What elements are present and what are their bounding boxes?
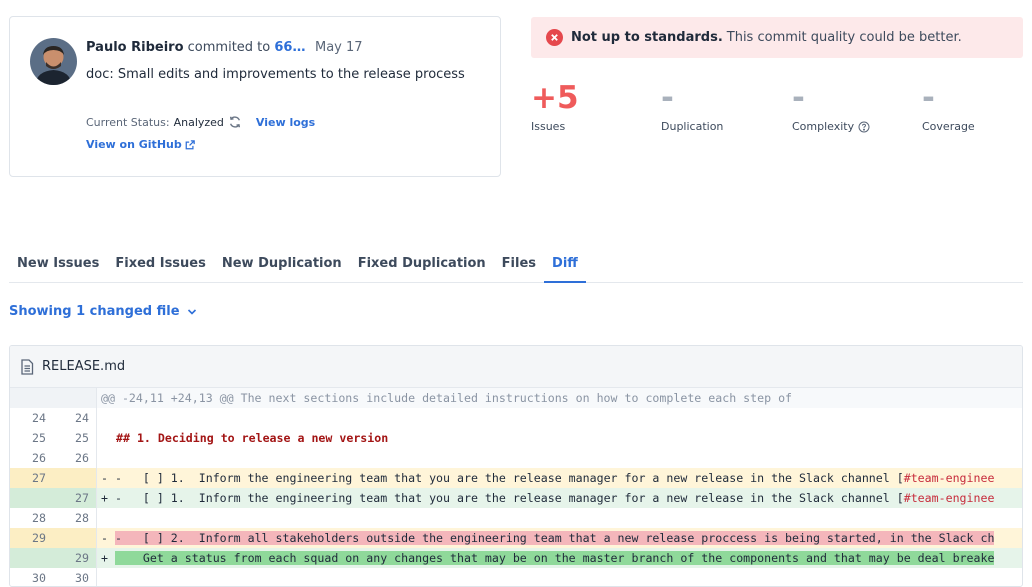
diff-marker: +: [101, 551, 108, 565]
old-line-number: 25: [32, 431, 46, 445]
tab-files[interactable]: Files: [494, 248, 544, 283]
changed-files-label: Showing 1 changed file: [9, 304, 180, 319]
line-text: - [ ] 1. Inform the engineering team tha…: [114, 471, 904, 485]
diff-line: 24 24: [10, 408, 1022, 428]
line-code: - - [ ] 1. Inform the engineering team t…: [97, 468, 1022, 488]
error-icon: [546, 29, 563, 46]
committed-to-text: commited to: [187, 40, 271, 55]
status-line: Current Status: Analyzed View logs: [86, 115, 315, 129]
line-text: - [ ] 1. Inform the engineering team tha…: [114, 491, 904, 505]
diff-marker: -: [101, 471, 108, 485]
old-line-number: 29: [10, 528, 53, 548]
new-line-number: 30: [75, 571, 89, 585]
old-line-number: 27: [10, 468, 53, 488]
commit-sha-link[interactable]: 66…: [274, 40, 305, 55]
diff-line-deleted: 27 - - [ ] 1. Inform the engineering tea…: [10, 468, 1022, 488]
commit-card: Paulo Ribeiro commited to 66… May 17 doc…: [9, 16, 501, 177]
metric-duplication-value: -: [661, 80, 674, 116]
metric-coverage-label: Coverage: [922, 120, 975, 133]
help-icon[interactable]: [858, 121, 870, 133]
new-line-number: 26: [75, 451, 89, 465]
line-code: ## 1. Deciding to release a new version: [116, 431, 389, 445]
view-logs-link[interactable]: View logs: [256, 116, 315, 129]
hunk-text: @@ -24,11 +24,13 @@ The next sections in…: [101, 391, 793, 405]
tab-new-duplication[interactable]: New Duplication: [214, 248, 350, 283]
metric-issues-label: Issues: [531, 120, 566, 133]
author-name[interactable]: Paulo Ribeiro: [86, 40, 184, 55]
new-line-number: 25: [75, 431, 89, 445]
diff-panel: RELEASE.md @@ -24,11 +24,13 @@ The next …: [9, 345, 1023, 587]
diff-line: 28 28: [10, 508, 1022, 528]
author-line: Paulo Ribeiro commited to 66…: [86, 40, 305, 55]
metric-complexity-label: Complexity: [792, 120, 855, 133]
old-line-number: 24: [32, 411, 46, 425]
metric-coverage-value: -: [922, 80, 935, 116]
quality-alert: Not up to standards. This commit quality…: [531, 17, 1023, 58]
view-on-github-link[interactable]: View on GitHub: [86, 138, 195, 151]
diff-line-deleted: 29 - - [ ] 2. Inform all stakeholders ou…: [10, 528, 1022, 548]
new-line-number: 24: [75, 411, 89, 425]
new-line-number: 29: [53, 548, 96, 568]
external-link-icon: [185, 139, 195, 149]
refresh-icon[interactable]: [228, 115, 242, 129]
diff-marker: -: [101, 531, 108, 545]
diff-line: 30 30: [10, 568, 1022, 586]
metric-complexity-label-row: Complexity: [792, 120, 912, 133]
alert-title: Not up to standards.: [571, 30, 723, 45]
line-code: + Get a status from each squad on any ch…: [97, 548, 1022, 568]
alert-text: This commit quality could be better.: [726, 30, 962, 45]
tab-diff[interactable]: Diff: [544, 248, 586, 283]
commit-date: May 17: [315, 40, 363, 55]
diff-marker: +: [101, 491, 108, 505]
tab-fixed-issues[interactable]: Fixed Issues: [107, 248, 214, 283]
old-line-number: [10, 488, 53, 508]
metric-coverage: - Coverage: [922, 80, 1032, 133]
new-line-number: [53, 468, 96, 488]
tab-new-issues[interactable]: New Issues: [9, 248, 107, 283]
diff-rows: @@ -24,11 +24,13 @@ The next sections in…: [10, 388, 1022, 586]
line-code: - - [ ] 2. Inform all stakeholders outsi…: [97, 528, 1022, 548]
tab-fixed-duplication[interactable]: Fixed Duplication: [350, 248, 494, 283]
metric-duplication-label: Duplication: [661, 120, 724, 133]
metric-duplication: - Duplication: [661, 80, 781, 133]
new-line-number: 28: [75, 511, 89, 525]
line-text: - [ ] 2. Inform all stakeholders outside…: [114, 531, 995, 545]
diff-line-added: 27 + - [ ] 1. Inform the engineering tea…: [10, 488, 1022, 508]
tab-bar: New Issues Fixed Issues New Duplication …: [9, 248, 1023, 283]
new-line-number: 27: [53, 488, 96, 508]
diff-line-added: 29 + Get a status from each squad on any…: [10, 548, 1022, 568]
diff-hunk-header: @@ -24,11 +24,13 @@ The next sections in…: [10, 388, 1022, 408]
avatar: [30, 38, 77, 85]
line-code: + - [ ] 1. Inform the engineering team t…: [97, 488, 1022, 508]
status-value: Analyzed: [173, 115, 224, 129]
changed-files-dropdown[interactable]: Showing 1 changed file: [9, 304, 197, 319]
diff-line: 25 25 ## 1. Deciding to release a new ve…: [10, 428, 1022, 448]
file-icon: [20, 358, 34, 375]
slack-channel-link[interactable]: #team-enginee: [904, 471, 995, 485]
diff-line: 26 26: [10, 448, 1022, 468]
line-text: Get a status from each squad on any chan…: [114, 551, 995, 565]
github-link-label: View on GitHub: [86, 138, 182, 151]
old-line-number: 30: [32, 571, 46, 585]
new-line-number: [53, 528, 96, 548]
diff-file-header[interactable]: RELEASE.md: [10, 346, 1022, 388]
old-line-number: [10, 548, 53, 568]
chevron-down-icon: [187, 308, 196, 315]
slack-channel-link[interactable]: #team-enginee: [904, 491, 995, 505]
metric-complexity: - Complexity: [792, 80, 912, 133]
status-label: Current Status:: [86, 115, 170, 129]
commit-message: doc: Small edits and improvements to the…: [86, 67, 465, 82]
metric-complexity-value: -: [792, 80, 805, 116]
metric-issues[interactable]: +5 Issues: [531, 80, 651, 133]
old-line-number: 26: [32, 451, 46, 465]
metric-issues-value: +5: [531, 80, 579, 116]
diff-file-name: RELEASE.md: [42, 359, 126, 374]
old-line-number: 28: [32, 511, 46, 525]
